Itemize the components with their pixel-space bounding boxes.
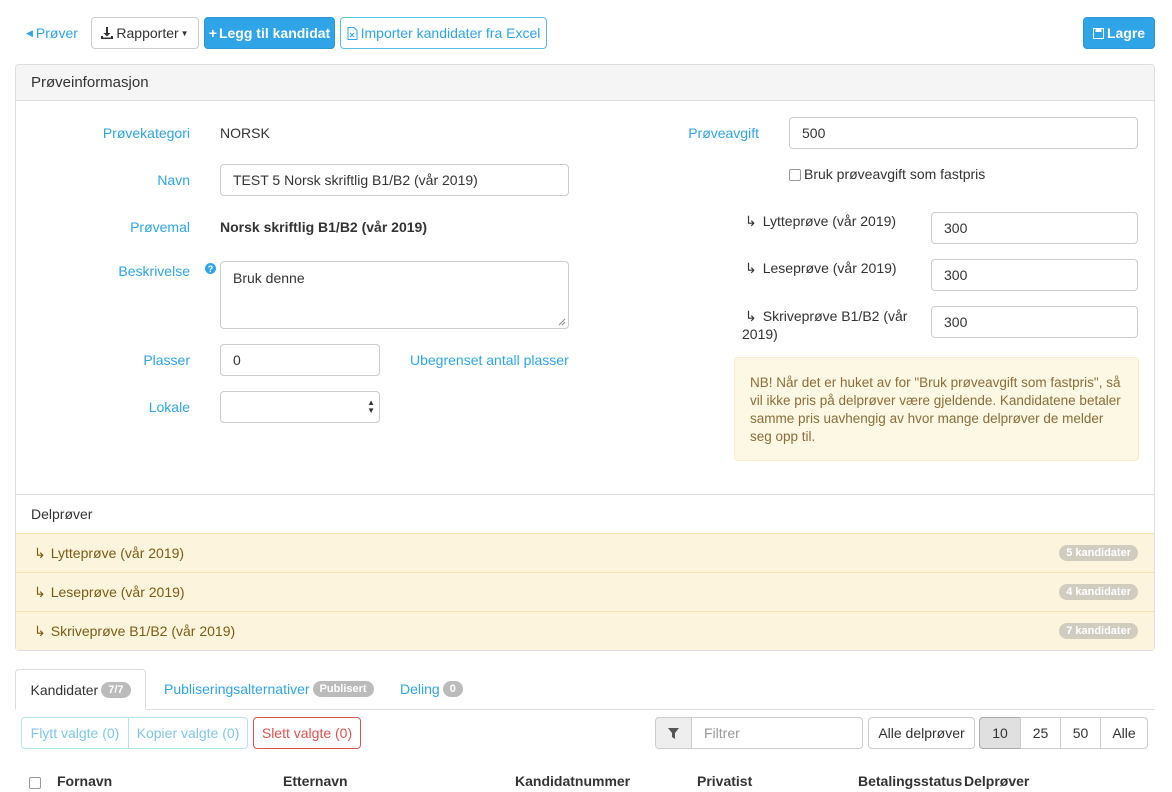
places-label: Plasser	[143, 352, 190, 368]
select-all-checkbox[interactable]	[29, 777, 41, 789]
subdirectory-arrow-icon: ↳	[34, 622, 46, 639]
all-subtests-button[interactable]: Alle delprøver	[868, 717, 975, 749]
subdirectory-arrow-icon: ↳	[745, 308, 757, 324]
subtests-heading: Delprøver	[31, 506, 93, 522]
subtest-row[interactable]: ↳ Skriveprøve B1/B2 (vår 2019) 7 kandida…	[16, 611, 1154, 650]
delete-selected-button[interactable]: Slett valgte (0)	[253, 717, 361, 749]
subtest-name: Lytteprøve (vår 2019)	[50, 545, 185, 561]
fixed-price-notice: NB! Når det er huket av for "Bruk prøvea…	[734, 357, 1139, 461]
resize-handle-icon	[558, 318, 566, 326]
subdirectory-arrow-icon: ↳	[34, 583, 46, 600]
back-link-label: Prøver	[35, 25, 78, 41]
column-header-first-name[interactable]: Fornavn	[57, 773, 112, 789]
page-size-10[interactable]: 10	[979, 717, 1021, 749]
listening-fee-input[interactable]: 300	[931, 212, 1138, 244]
candidate-count-badge: 7 kandidater	[1059, 623, 1138, 639]
filter-icon	[668, 727, 679, 739]
download-icon	[101, 27, 114, 39]
move-selected-button[interactable]: Flytt valgte (0)	[21, 717, 129, 749]
filter-placeholder: Filtrer	[704, 725, 740, 741]
fee-input[interactable]: 500	[789, 117, 1138, 149]
column-header-last-name[interactable]: Etternavn	[283, 773, 348, 789]
add-candidate-label: Legg til kandidat	[218, 25, 331, 41]
column-header-candidate-number[interactable]: Kandidatnummer	[515, 773, 630, 789]
copy-selected-button[interactable]: Kopier valgte (0)	[128, 717, 248, 749]
subtest-name: Skriveprøve B1/B2 (vår 2019)	[50, 623, 236, 639]
listening-fee-label: ↳ Lytteprøve (vår 2019)	[745, 213, 897, 229]
candidate-count-badge: 5 kandidater	[1059, 545, 1138, 561]
name-input[interactable]: TEST 5 Norsk skriftlig B1/B2 (vår 2019)	[220, 164, 569, 196]
writing-fee-label: ↳ Skriveprøve B1/B2 (vår 2019)	[742, 308, 908, 342]
subdirectory-arrow-icon: ↳	[34, 544, 46, 561]
import-excel-button[interactable]: Importer kandidater fra Excel	[340, 17, 547, 49]
reports-label: Rapporter	[116, 25, 179, 41]
filter-input[interactable]: Filtrer	[691, 717, 863, 749]
description-label: Beskrivelse	[118, 263, 190, 279]
template-value: Norsk skriftlig B1/B2 (vår 2019)	[220, 219, 427, 235]
tab-candidates-badge: 7/7	[101, 681, 131, 698]
caret-left-icon: ◀	[26, 27, 33, 38]
column-header-private[interactable]: Privatist	[697, 773, 752, 789]
name-label: Navn	[157, 172, 190, 188]
tab-candidates-label: Kandidater	[30, 681, 99, 698]
add-candidate-button[interactable]: + Legg til kandidat	[204, 17, 335, 49]
fixed-price-label: Bruk prøveavgift som fastpris	[804, 166, 986, 182]
places-input[interactable]: 0	[220, 344, 380, 376]
back-link[interactable]: ◀ Prøver	[26, 25, 78, 41]
template-label: Prøvemal	[130, 219, 190, 235]
tab-sharing[interactable]: Deling 0	[400, 681, 463, 697]
category-value: NORSK	[220, 125, 270, 141]
location-select[interactable]: ▲ ▼	[220, 391, 380, 423]
tabs-baseline	[15, 709, 1155, 710]
fee-label: Prøveavgift	[688, 125, 759, 141]
category-label: Prøvekategori	[102, 125, 190, 141]
fixed-price-checkbox[interactable]	[789, 169, 801, 181]
select-arrows-icon: ▲ ▼	[367, 398, 375, 415]
subdirectory-arrow-icon: ↳	[745, 260, 757, 276]
tab-sharing-badge: 0	[442, 681, 463, 697]
save-button[interactable]: Lagre	[1083, 17, 1155, 49]
subdirectory-arrow-icon: ↳	[745, 213, 757, 229]
page-size-50[interactable]: 50	[1060, 717, 1101, 749]
subtest-row[interactable]: ↳ Lytteprøve (vår 2019) 5 kandidater	[16, 533, 1154, 572]
tab-publishing-label: Publiseringsalternativer	[164, 681, 310, 697]
subtests-section: Delprøver	[16, 494, 1154, 533]
reading-fee-label: ↳ Leseprøve (vår 2019)	[745, 260, 897, 276]
writing-fee-input[interactable]: 300	[931, 306, 1138, 338]
panel-title: Prøveinformasjon	[31, 74, 149, 91]
tab-candidates[interactable]: Kandidater 7/7	[15, 669, 146, 710]
description-text: Bruk denne	[233, 270, 305, 286]
location-label: Lokale	[148, 399, 190, 415]
plus-icon: +	[208, 25, 217, 41]
tab-sharing-label: Deling	[400, 681, 440, 697]
unlimited-places-link[interactable]: Ubegrenset antall plasser	[410, 352, 569, 368]
floppy-disk-icon	[1092, 27, 1104, 39]
tab-publishing[interactable]: Publiseringsalternativer Publisert	[164, 681, 374, 697]
notice-text: NB! Når det er huket av for "Bruk prøvea…	[750, 375, 1121, 444]
column-header-subtests[interactable]: Delprøver	[964, 773, 1029, 789]
help-icon[interactable]: ?	[205, 263, 216, 274]
reading-fee-input[interactable]: 300	[931, 259, 1138, 291]
tab-publishing-badge: Publisert	[312, 681, 374, 697]
import-label: Importer kandidater fra Excel	[360, 25, 541, 41]
column-header-payment-status[interactable]: Betalingsstatus	[858, 773, 962, 789]
reports-dropdown-button[interactable]: Rapporter ▼	[91, 17, 199, 49]
excel-file-icon	[347, 26, 358, 40]
subtest-name: Leseprøve (vår 2019)	[50, 584, 185, 600]
page-size-all[interactable]: Alle	[1100, 717, 1148, 749]
panel-header: Prøveinformasjon	[16, 65, 1154, 101]
save-label: Lagre	[1106, 25, 1146, 41]
candidate-count-badge: 4 kandidater	[1059, 584, 1138, 600]
description-textarea[interactable]: Bruk denne	[220, 261, 569, 329]
filter-addon	[655, 717, 692, 749]
caret-down-icon: ▼	[180, 28, 189, 38]
subtest-row[interactable]: ↳ Leseprøve (vår 2019) 4 kandidater	[16, 572, 1154, 611]
page-size-25[interactable]: 25	[1020, 717, 1061, 749]
